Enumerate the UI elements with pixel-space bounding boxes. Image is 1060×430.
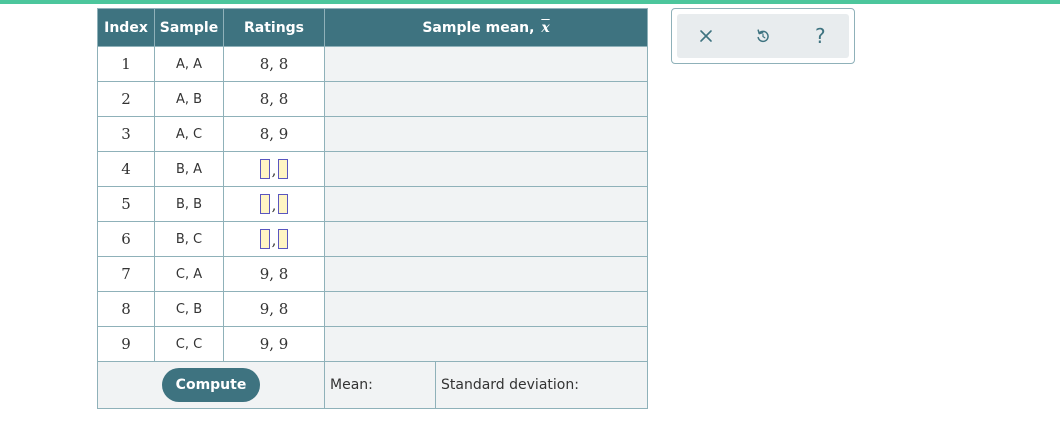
- rating-input-first[interactable]: [259, 194, 270, 214]
- row-index: 6: [97, 221, 155, 257]
- row-sample-mean: [323, 116, 649, 152]
- table-row: 1 A, A 8, 8: [97, 46, 649, 82]
- row-sample-mean: [323, 151, 649, 187]
- row-sample: A, A: [154, 46, 224, 82]
- table-row: 6 B, C,: [97, 221, 649, 257]
- rating-input-second[interactable]: [278, 159, 289, 179]
- rating-separator: ,: [271, 161, 277, 179]
- row-ratings: 8, 8: [223, 81, 325, 117]
- row-sample: A, B: [154, 81, 224, 117]
- rating-input-second[interactable]: [278, 229, 289, 249]
- table-row: 9 C, C 9, 9: [97, 326, 649, 362]
- row-sample: B, A: [154, 151, 224, 187]
- rating-input-first[interactable]: [259, 229, 270, 249]
- row-index: 5: [97, 186, 155, 222]
- header-sample: Sample: [154, 8, 224, 47]
- compute-button[interactable]: Compute: [161, 368, 261, 402]
- table-footer-row: Compute Mean: Standard deviation:: [97, 361, 649, 409]
- rating-input-first[interactable]: [259, 159, 270, 179]
- top-accent-bar: [0, 0, 1060, 4]
- close-icon: [699, 30, 712, 42]
- row-sample: C, A: [154, 256, 224, 292]
- header-sample-mean-label: Sample mean,: [422, 19, 535, 36]
- x-bar-symbol: x: [541, 19, 550, 36]
- row-index: 4: [97, 151, 155, 187]
- answer-toolbar: ?: [671, 8, 855, 64]
- table-row: 7 C, A 9, 8: [97, 256, 649, 292]
- header-ratings: Ratings: [223, 8, 325, 47]
- row-ratings: 9, 8: [223, 256, 325, 292]
- row-index: 9: [97, 326, 155, 362]
- mean-label: Mean:: [324, 361, 436, 409]
- sampling-table: Index Sample Ratings Sample mean, x 1 A, …: [97, 8, 649, 409]
- undo-icon: [757, 29, 769, 43]
- row-sample-mean: [323, 81, 649, 117]
- header-sample-mean: Sample mean, x: [323, 8, 649, 47]
- rating-separator: ,: [271, 196, 277, 214]
- help-icon: ?: [815, 24, 826, 48]
- row-sample: A, C: [154, 116, 224, 152]
- rating-input-second[interactable]: [278, 194, 289, 214]
- row-sample: B, C: [154, 221, 224, 257]
- table-row: 8 C, B 9, 8: [97, 291, 649, 327]
- reset-button[interactable]: [743, 16, 783, 56]
- row-ratings: ,: [223, 151, 325, 187]
- row-index: 1: [97, 46, 155, 82]
- table-header-row: Index Sample Ratings Sample mean, x: [97, 8, 649, 47]
- toolbar-button-group: ?: [677, 14, 849, 58]
- table-row: 5 B, B,: [97, 186, 649, 222]
- rating-separator: ,: [271, 231, 277, 249]
- row-sample-mean: [323, 256, 649, 292]
- row-index: 8: [97, 291, 155, 327]
- help-button[interactable]: ?: [800, 16, 840, 56]
- row-index: 2: [97, 81, 155, 117]
- row-sample: C, B: [154, 291, 224, 327]
- row-ratings: 8, 8: [223, 46, 325, 82]
- row-sample-mean: [323, 221, 649, 257]
- row-index: 7: [97, 256, 155, 292]
- row-ratings: ,: [223, 221, 325, 257]
- row-ratings: 9, 8: [223, 291, 325, 327]
- row-sample-mean: [323, 291, 649, 327]
- table-row: 3 A, C 8, 9: [97, 116, 649, 152]
- row-sample-mean: [323, 46, 649, 82]
- row-sample: C, C: [154, 326, 224, 362]
- header-index: Index: [97, 8, 155, 47]
- table-row: 4 B, A,: [97, 151, 649, 187]
- table-row: 2 A, B 8, 8: [97, 81, 649, 117]
- row-sample-mean: [323, 326, 649, 362]
- row-ratings: ,: [223, 186, 325, 222]
- standard-deviation-label: Standard deviation:: [434, 361, 649, 409]
- row-sample: B, B: [154, 186, 224, 222]
- row-sample-mean: [323, 186, 649, 222]
- row-index: 3: [97, 116, 155, 152]
- compute-cell: Compute: [97, 361, 325, 409]
- row-ratings: 8, 9: [223, 116, 325, 152]
- clear-button[interactable]: [686, 16, 726, 56]
- row-ratings: 9, 9: [223, 326, 325, 362]
